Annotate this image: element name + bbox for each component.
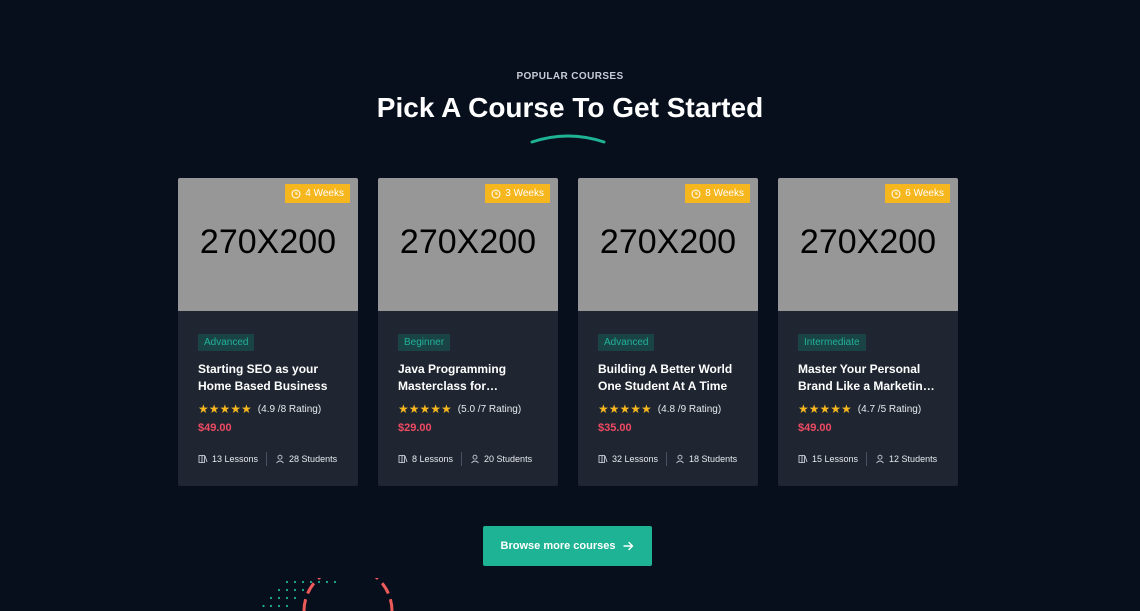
book-icon xyxy=(398,455,408,463)
course-title-link[interactable]: Building A Better World One Student At A… xyxy=(598,361,738,395)
course-card[interactable]: 270X200 8 Weeks Advanced Building A Bett… xyxy=(578,178,758,486)
students-info: 12 Students xyxy=(875,454,937,464)
students-count: 20 Students xyxy=(484,454,533,464)
course-card[interactable]: 270X200 6 Weeks Intermediate Master Your… xyxy=(778,178,958,486)
section-eyebrow: POPULAR COURSES xyxy=(516,71,624,82)
star-rating-icon: ★★★★★ xyxy=(598,402,652,416)
meta-divider xyxy=(266,452,268,466)
course-meta: 13 Lessons 28 Students xyxy=(198,452,337,466)
students-count: 28 Students xyxy=(289,454,338,464)
browse-button-label: Browse more courses xyxy=(500,540,616,552)
course-card-list: 270X200 4 Weeks Advanced Starting SEO as… xyxy=(178,178,958,486)
lessons-info: 15 Lessons xyxy=(798,454,858,464)
thumbnail-placeholder-text: 270X200 xyxy=(399,223,537,261)
duration-badge: 4 Weeks xyxy=(285,184,350,203)
duration-text: 6 Weeks xyxy=(905,188,944,199)
clock-icon xyxy=(291,189,301,198)
course-price: $29.00 xyxy=(398,422,432,434)
level-badge: Advanced xyxy=(198,334,255,351)
course-meta: 32 Lessons 18 Students xyxy=(598,452,737,466)
lessons-info: 13 Lessons xyxy=(198,454,258,464)
section-title: Pick A Course To Get Started xyxy=(376,92,764,123)
rating-row: ★★★★★ (5.0 /7 Rating) xyxy=(398,402,538,416)
meta-divider xyxy=(866,452,868,466)
course-title-link[interactable]: Starting SEO as your Home Based Business xyxy=(198,361,338,395)
duration-badge: 3 Weeks xyxy=(485,184,550,203)
course-thumbnail[interactable]: 270X200 6 Weeks xyxy=(778,178,958,311)
book-icon xyxy=(598,455,608,463)
course-thumbnail[interactable]: 270X200 4 Weeks xyxy=(178,178,358,311)
star-rating-icon: ★★★★★ xyxy=(198,402,252,416)
star-rating-icon: ★★★★★ xyxy=(798,402,852,416)
book-icon xyxy=(198,455,208,463)
user-icon xyxy=(471,454,479,464)
rating-text: (5.0 /7 Rating) xyxy=(457,403,522,415)
rating-text: (4.7 /5 Rating) xyxy=(857,403,922,415)
course-price: $49.00 xyxy=(798,422,832,434)
level-badge: Advanced xyxy=(598,334,655,351)
meta-divider xyxy=(461,452,463,466)
thumbnail-placeholder-text: 270X200 xyxy=(599,223,737,261)
user-icon xyxy=(876,454,884,464)
lessons-count: 32 Lessons xyxy=(612,454,659,464)
level-badge: Intermediate xyxy=(798,334,866,351)
star-rating-icon: ★★★★★ xyxy=(398,402,452,416)
students-count: 12 Students xyxy=(889,454,938,464)
course-meta: 8 Lessons 20 Students xyxy=(398,452,532,466)
rating-text: (4.9 /8 Rating) xyxy=(257,403,322,415)
students-count: 18 Students xyxy=(689,454,738,464)
students-info: 18 Students xyxy=(675,454,737,464)
students-info: 28 Students xyxy=(275,454,337,464)
user-icon xyxy=(276,454,284,464)
title-underline-decoration xyxy=(530,134,606,144)
course-meta: 15 Lessons 12 Students xyxy=(798,452,937,466)
lessons-count: 13 Lessons xyxy=(212,454,259,464)
course-title-link[interactable]: Java Programming Masterclass for Softwar… xyxy=(398,361,538,395)
course-price: $35.00 xyxy=(598,422,632,434)
duration-text: 8 Weeks xyxy=(705,188,744,199)
course-thumbnail[interactable]: 270X200 3 Weeks xyxy=(378,178,558,311)
rating-row: ★★★★★ (4.9 /8 Rating) xyxy=(198,402,338,416)
book-icon xyxy=(798,455,808,463)
clock-icon xyxy=(491,189,501,198)
arrow-right-icon xyxy=(623,541,634,551)
course-price: $49.00 xyxy=(198,422,232,434)
clock-icon xyxy=(891,189,901,198)
duration-badge: 6 Weeks xyxy=(885,184,950,203)
duration-text: 3 Weeks xyxy=(505,188,544,199)
course-thumbnail[interactable]: 270X200 8 Weeks xyxy=(578,178,758,311)
duration-text: 4 Weeks xyxy=(305,188,344,199)
lessons-info: 8 Lessons xyxy=(398,454,453,464)
course-card[interactable]: 270X200 3 Weeks Beginner Java Programmin… xyxy=(378,178,558,486)
rating-row: ★★★★★ (4.8 /9 Rating) xyxy=(598,402,738,416)
decorative-dots-and-arc xyxy=(262,578,394,611)
user-icon xyxy=(676,454,684,464)
rating-text: (4.8 /9 Rating) xyxy=(657,403,722,415)
level-badge: Beginner xyxy=(398,334,451,351)
thumbnail-placeholder-text: 270X200 xyxy=(799,223,937,261)
rating-row: ★★★★★ (4.7 /5 Rating) xyxy=(798,402,938,416)
course-card[interactable]: 270X200 4 Weeks Advanced Starting SEO as… xyxy=(178,178,358,486)
meta-divider xyxy=(666,452,668,466)
course-title-link[interactable]: Master Your Personal Brand Like a Market… xyxy=(798,361,938,395)
thumbnail-placeholder-text: 270X200 xyxy=(199,223,337,261)
lessons-count: 8 Lessons xyxy=(412,454,454,464)
browse-more-courses-button[interactable]: Browse more courses xyxy=(483,526,652,566)
clock-icon xyxy=(691,189,701,198)
lessons-info: 32 Lessons xyxy=(598,454,658,464)
duration-badge: 8 Weeks xyxy=(685,184,750,203)
students-info: 20 Students xyxy=(470,454,532,464)
lessons-count: 15 Lessons xyxy=(812,454,859,464)
